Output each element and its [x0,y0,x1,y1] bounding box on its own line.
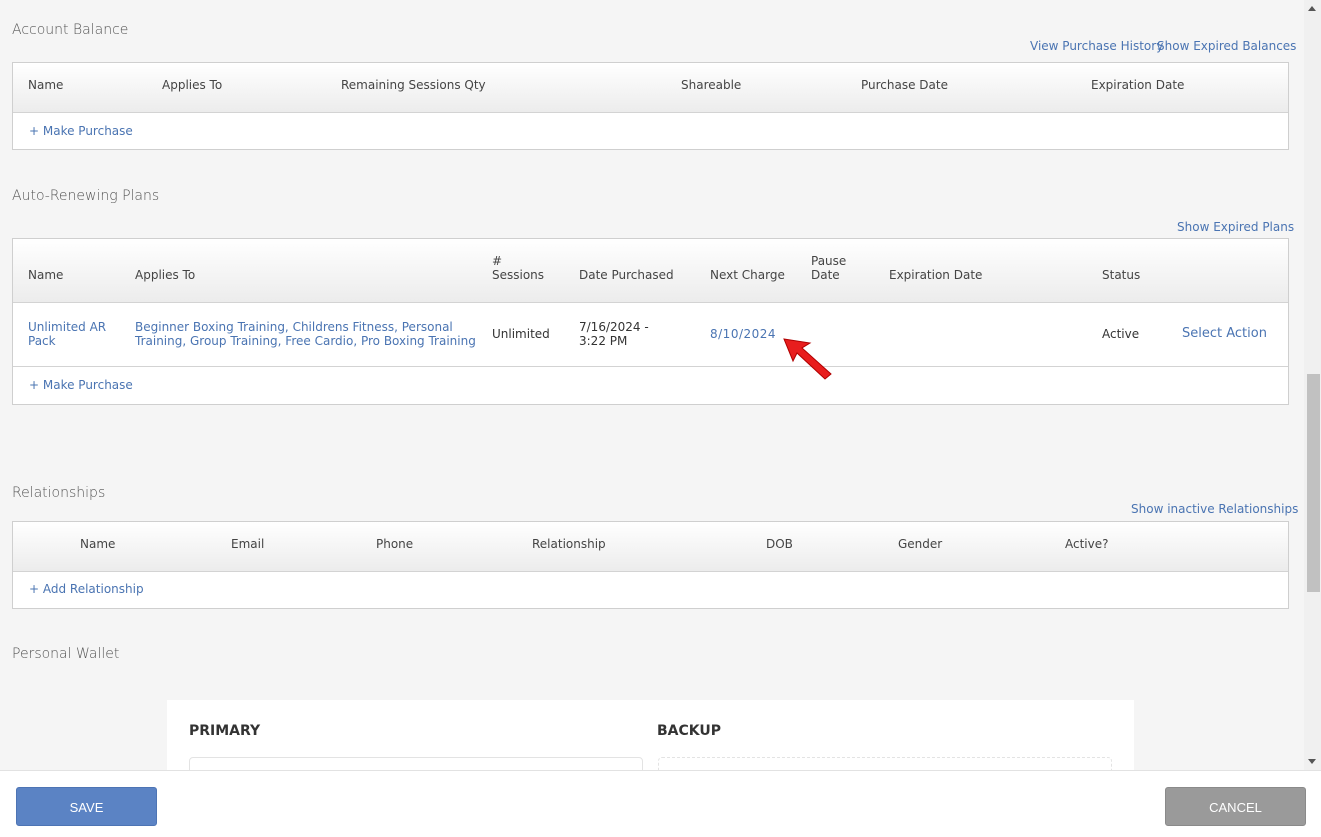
col-gender: Gender [898,537,943,551]
col-expiration-date: Expiration Date [1091,78,1185,92]
account-balance-title: Account Balance [12,22,129,38]
row-divider [13,366,1288,367]
account-balance-table: Name Applies To Remaining Sessions Qty S… [12,62,1289,150]
select-action-link[interactable]: Select Action [1182,327,1267,341]
pointer-arrow-icon [783,338,832,380]
relationships-title: Relationships [12,485,106,501]
col-purchase-date: Purchase Date [861,78,948,92]
col-expiration-date: Expiration Date [889,268,983,282]
col-shareable: Shareable [681,78,742,92]
col-sessions: # Sessions [492,254,545,282]
col-name: Name [28,78,64,92]
view-purchase-history-link[interactable]: View Purchase History [1030,39,1163,53]
make-purchase-link[interactable]: + Make Purchase [29,124,133,138]
plan-status: Active [1102,327,1140,341]
vertical-scrollbar[interactable] [1304,0,1321,770]
relationships-header: Name Email Phone Relationship DOB Gender… [13,522,1288,572]
make-purchase-link[interactable]: + Make Purchase [29,378,133,392]
col-dob: DOB [766,537,793,551]
col-phone: Phone [376,537,414,551]
col-email: Email [231,537,265,551]
col-applies-to: Applies To [135,268,196,282]
col-pause-date: Pause Date [811,254,847,282]
col-remaining-sessions: Remaining Sessions Qty [341,78,486,92]
col-name: Name [28,268,64,282]
auto-renewing-title: Auto-Renewing Plans [12,188,160,204]
footer-bar: SAVE CANCEL [0,770,1321,837]
scrollbar-thumb[interactable] [1307,374,1320,592]
account-balance-header: Name Applies To Remaining Sessions Qty S… [13,63,1288,113]
plan-date-purchased: 7/16/2024 - 3:22 PM [579,320,649,348]
col-name: Name [80,537,116,551]
next-charge-link[interactable]: 8/10/2024 [710,327,776,341]
primary-heading: PRIMARY [189,723,261,739]
col-next-charge: Next Charge [710,268,785,282]
cancel-button[interactable]: CANCEL [1165,787,1306,826]
show-inactive-relationships-link[interactable]: Show inactive Relationships [1131,502,1298,516]
save-button[interactable]: SAVE [16,787,157,826]
personal-wallet-title: Personal Wallet [12,646,120,662]
auto-renewing-table: Name Applies To # Sessions Date Purchase… [12,238,1289,405]
add-relationship-link[interactable]: + Add Relationship [29,582,144,596]
show-expired-plans-link[interactable]: Show Expired Plans [1177,220,1294,234]
col-active: Active? [1065,537,1109,551]
wallet-panel: PRIMARY BACKUP [167,700,1134,787]
show-expired-balances-link[interactable]: Show Expired Balances [1157,39,1296,53]
scroll-down-icon[interactable] [1308,759,1316,764]
plan-name-link[interactable]: Unlimited AR Pack [28,320,106,348]
col-date-purchased: Date Purchased [579,268,674,282]
col-relationship: Relationship [532,537,606,551]
auto-renewing-header: Name Applies To # Sessions Date Purchase… [13,239,1288,303]
scroll-up-icon[interactable] [1308,6,1316,11]
plan-applies-to[interactable]: Beginner Boxing Training, Childrens Fitn… [135,320,476,348]
col-status: Status [1102,268,1141,282]
relationships-table: Name Email Phone Relationship DOB Gender… [12,521,1289,609]
col-applies-to: Applies To [162,78,223,92]
plan-sessions: Unlimited [492,327,550,341]
backup-heading: BACKUP [657,723,722,739]
